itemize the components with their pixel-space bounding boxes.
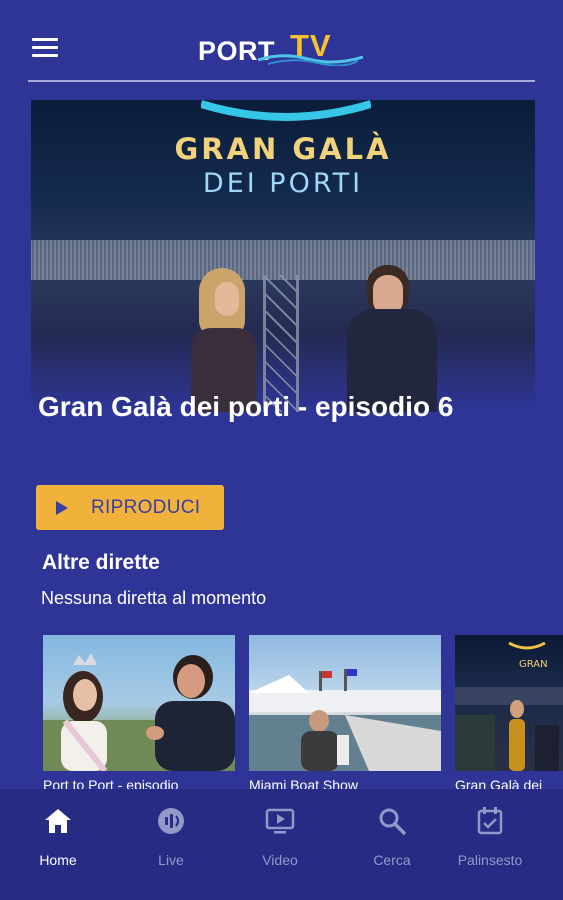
hero-wave-icon	[201, 100, 371, 121]
nav-label-home: Home	[39, 852, 77, 868]
porttv-logo[interactable]: PORT TV	[198, 26, 368, 70]
svg-text:GRAN: GRAN	[519, 659, 548, 670]
app-header: PORT TV	[0, 0, 563, 84]
nav-label-schedule: Palinsesto	[457, 852, 523, 868]
carousel-card[interactable]: Port to Port - episodio	[43, 635, 235, 795]
play-button-label: RIPRODUCI	[91, 496, 201, 518]
calendar-icon	[477, 807, 503, 835]
live-icon	[158, 808, 184, 834]
card-thumbnail	[249, 635, 441, 771]
hero-banner[interactable]: GRAN GALÀ DEI PORTI	[31, 100, 535, 412]
video-icon	[265, 808, 295, 834]
play-button[interactable]: RIPRODUCI	[36, 485, 224, 530]
card-thumbnail	[43, 635, 235, 771]
live-section-subtitle: Nessuna diretta al momento	[41, 588, 267, 608]
nav-label-live: Live	[158, 852, 184, 868]
home-icon	[45, 809, 71, 833]
nav-item-video[interactable]: Video	[235, 805, 325, 868]
video-carousel[interactable]: Port to Port - episodio Miami Boat Show	[0, 635, 563, 795]
nav-item-home[interactable]: Home	[13, 805, 103, 868]
live-section-title: Altre dirette	[42, 551, 160, 574]
nav-label-search: Cerca	[373, 852, 411, 868]
card-thumbnail: GRAN	[455, 635, 563, 771]
episode-title: Gran Galà dei porti - episodio 6	[38, 391, 454, 422]
nav-item-live[interactable]: Live	[126, 805, 216, 868]
nav-item-schedule[interactable]: Palinsesto	[445, 805, 535, 868]
carousel-card[interactable]: GRAN Gran Galà dei	[455, 635, 563, 795]
nav-item-search[interactable]: Cerca	[347, 805, 437, 868]
hero-image-title: GRAN GALÀ	[174, 132, 392, 166]
play-icon	[56, 500, 68, 515]
nav-label-video: Video	[262, 852, 298, 868]
logo-wave-icon	[258, 54, 363, 66]
search-icon	[379, 808, 406, 835]
header-divider	[28, 80, 535, 82]
bottom-navigation: Home Live Video Cerca Palinsesto	[0, 789, 563, 900]
hero-image-subtitle: DEI PORTI	[202, 168, 364, 199]
carousel-card[interactable]: Miami Boat Show	[249, 635, 441, 795]
menu-icon[interactable]	[32, 38, 58, 58]
